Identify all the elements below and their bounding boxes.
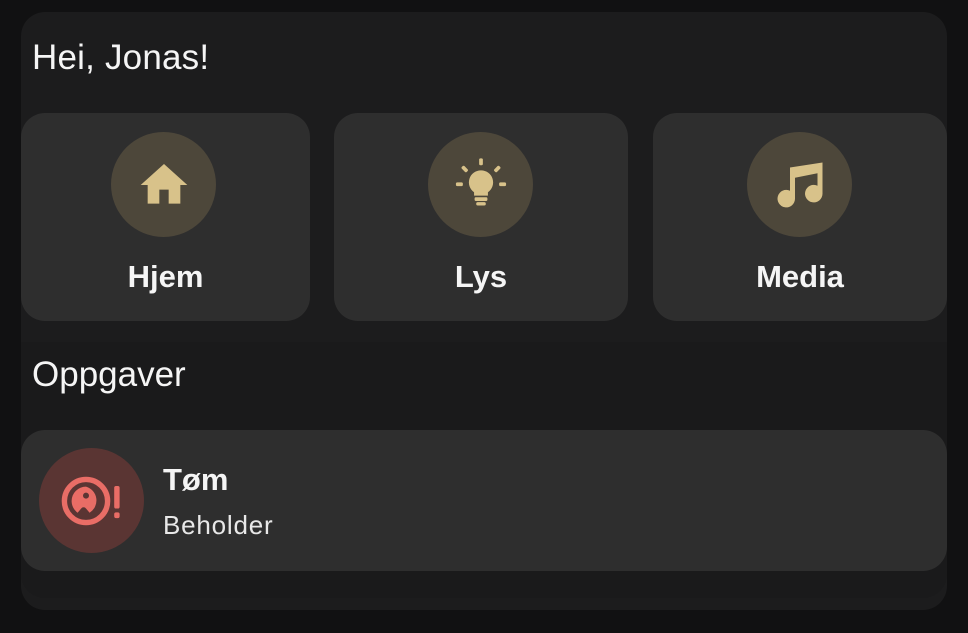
tile-hjem[interactable]: Hjem xyxy=(21,113,310,321)
greeting-heading: Hei, Jonas! xyxy=(32,38,210,77)
robot-vacuum-alert-icon xyxy=(61,476,120,525)
tile-label: Hjem xyxy=(127,259,204,294)
tile-icon-circle xyxy=(428,132,533,237)
section-title: Oppgaver xyxy=(32,355,186,394)
tile-media[interactable]: Media xyxy=(653,113,947,321)
tile-lys[interactable]: Lys xyxy=(334,113,628,321)
task-subtitle: Beholder xyxy=(163,510,274,540)
task-title: Tøm xyxy=(163,462,229,497)
tile-label: Lys xyxy=(454,259,508,294)
home-icon xyxy=(140,163,187,204)
lightbulb-icon xyxy=(455,157,506,206)
tile-icon-circle xyxy=(747,132,852,237)
task-card[interactable]: Tøm Beholder xyxy=(21,430,947,571)
tile-icon-circle xyxy=(111,132,216,237)
tile-label: Media xyxy=(756,259,844,294)
task-icon-circle xyxy=(39,448,144,553)
dashboard-panel: Hei, Jonas! Hjem Lys Media Oppgaver Tøm … xyxy=(21,12,947,610)
music-note-icon xyxy=(777,162,822,207)
